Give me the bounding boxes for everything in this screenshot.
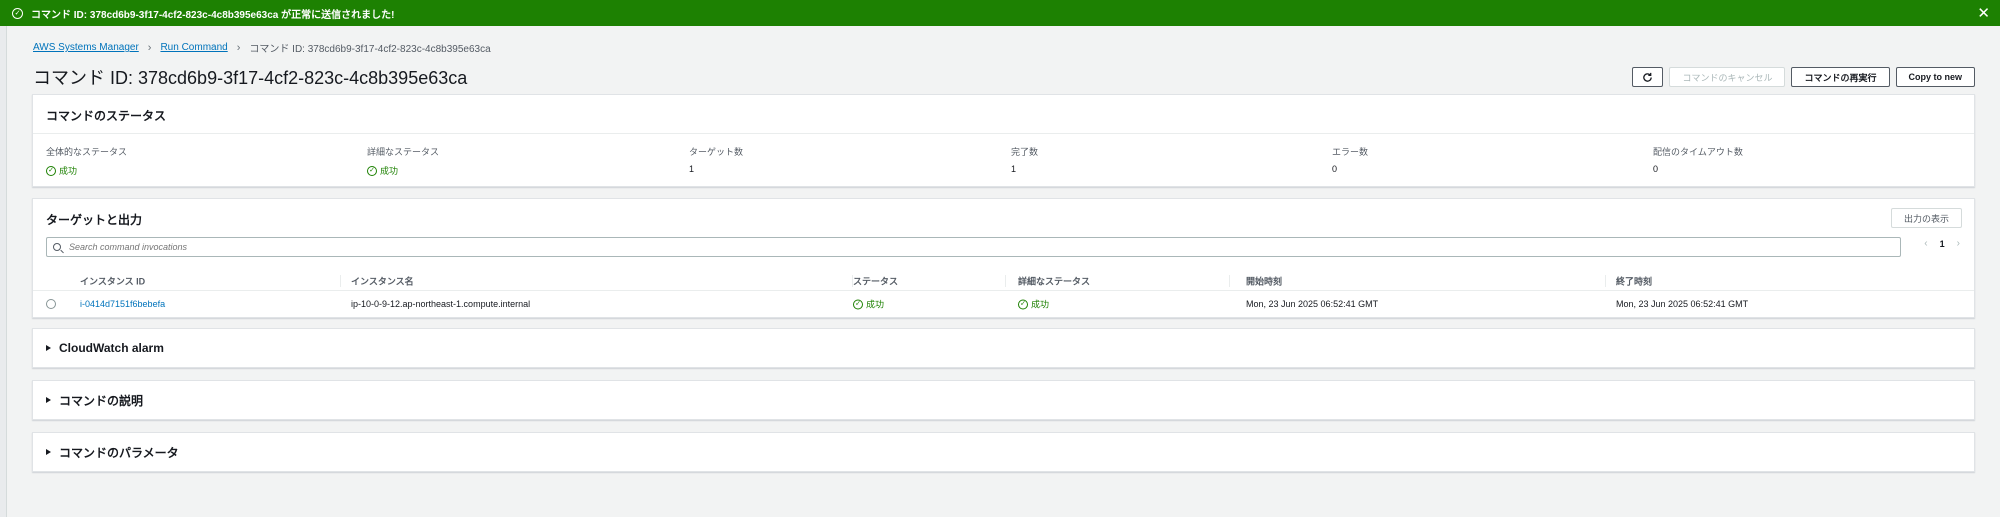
table-row[interactable]: i-0414d7151f6bebefa ip-10-0-9-12.ap-nort… [33, 293, 1974, 315]
row-status-text: 成功 [866, 299, 885, 310]
section-title: コマンドのパラメータ [59, 445, 179, 460]
stat-label: エラー数 [1332, 147, 1369, 157]
column-header-end-time[interactable]: 終了時刻 [1616, 274, 1652, 287]
row-select-radio[interactable] [46, 299, 56, 309]
chevron-right-icon[interactable]: › [1957, 238, 1960, 249]
success-check-icon: ✓ [853, 299, 863, 309]
stat-label: 詳細なステータス [367, 147, 440, 157]
stat-value: 1 [689, 164, 695, 174]
table-header: インスタンス ID インスタンス名 ステータス 詳細なステータス 開始時刻 終了… [33, 271, 1974, 291]
section-command-parameters[interactable]: コマンドのパラメータ [32, 432, 1975, 472]
stat-value-text: 成功 [380, 166, 399, 176]
stat-value: 0 [1332, 164, 1338, 174]
instance-name: ip-10-0-9-12.ap-northeast-1.compute.inte… [351, 299, 531, 309]
instance-id-link[interactable]: i-0414d7151f6bebefa [80, 299, 165, 309]
section-title: CloudWatch alarm [59, 341, 164, 355]
stat-value: 0 [1653, 164, 1659, 174]
section-cloudwatch-alarm[interactable]: CloudWatch alarm [32, 328, 1975, 368]
breadcrumb: AWS Systems Manager › Run Command › コマンド… [33, 40, 491, 56]
chevron-right-icon: › [147, 41, 152, 54]
chevron-right-icon: › [236, 41, 241, 54]
close-icon[interactable]: ✕ [1977, 4, 1990, 22]
stat-value: ✓ 成功 [367, 164, 667, 177]
flash-message: コマンド ID: 378cd6b9-3f17-4cf2-823c-4c8b395… [31, 9, 395, 21]
stat-label: 完了数 [1011, 147, 1039, 157]
divider [33, 133, 1974, 134]
start-time: Mon, 23 Jun 2025 06:52:41 GMT [1246, 299, 1379, 309]
search-field[interactable] [46, 237, 1901, 257]
header-actions: コマンドのキャンセル コマンドの再実行 Copy to new [1632, 67, 1975, 87]
stat-label: 全体的なステータス [46, 147, 128, 157]
copy-to-new-button[interactable]: Copy to new [1895, 67, 1975, 87]
stat-value-text: 成功 [59, 166, 78, 176]
end-time: Mon, 23 Jun 2025 06:52:41 GMT [1616, 299, 1749, 309]
stat-delivery-timeout-count: 配信のタイムアウト数 0 [1653, 145, 1953, 174]
success-check-icon: ✓ [1018, 299, 1028, 309]
column-header-detailed-status[interactable]: 詳細なステータス [1018, 274, 1090, 287]
row-status: ✓ 成功 [853, 298, 884, 311]
pagination: ‹ 1 › [1924, 238, 1960, 249]
stat-value: ✓ 成功 [46, 164, 346, 177]
caret-right-icon [46, 397, 51, 403]
column-divider [340, 275, 341, 287]
column-header-start-time[interactable]: 開始時刻 [1246, 274, 1282, 287]
caret-right-icon [46, 345, 51, 351]
chevron-left-icon[interactable]: ‹ [1924, 238, 1927, 249]
refresh-button[interactable] [1632, 67, 1664, 87]
row-detailed-status: ✓ 成功 [1018, 298, 1049, 311]
rerun-command-button[interactable]: コマンドの再実行 [1791, 67, 1890, 87]
breadcrumb-systems-manager[interactable]: AWS Systems Manager [33, 42, 139, 53]
targets-and-outputs-panel: ターゲットと出力 出力の表示 ‹ 1 › インスタンス ID インスタンス名 ス… [32, 198, 1975, 318]
side-navigation-rail[interactable] [0, 26, 7, 517]
stat-error-count: エラー数 0 [1332, 145, 1632, 174]
section-title: コマンドの説明 [59, 393, 144, 408]
success-check-icon: ✓ [46, 165, 56, 176]
cancel-command-button[interactable]: コマンドのキャンセル [1669, 67, 1786, 87]
stat-value: 1 [1011, 164, 1017, 174]
stat-label: ターゲット数 [689, 147, 744, 157]
targets-panel-header: ターゲットと出力 [46, 213, 143, 227]
status-panel-header: コマンドのステータス [46, 109, 167, 123]
stat-completed-count: 完了数 1 [1011, 145, 1311, 174]
column-header-status[interactable]: ステータス [853, 274, 898, 287]
refresh-icon [1643, 72, 1653, 82]
command-status-panel: コマンドのステータス 全体的なステータス ✓ 成功 詳細なステータス ✓ 成功 … [32, 94, 1975, 187]
caret-right-icon [46, 449, 51, 455]
stat-overall-status: 全体的なステータス ✓ 成功 [46, 145, 346, 177]
column-divider [1605, 275, 1606, 287]
row-detailed-status-text: 成功 [1031, 299, 1050, 310]
stat-label: 配信のタイムアウト数 [1653, 147, 1743, 157]
section-command-description[interactable]: コマンドの説明 [32, 380, 1975, 420]
success-check-icon: ✓ [12, 7, 23, 19]
page-title: コマンド ID: 378cd6b9-3f17-4cf2-823c-4c8b395… [33, 68, 468, 88]
view-output-button[interactable]: 出力の表示 [1890, 208, 1962, 228]
stat-target-count: ターゲット数 1 [689, 145, 989, 174]
column-header-instance-name[interactable]: インスタンス名 [351, 274, 414, 287]
column-divider [1229, 275, 1230, 287]
success-check-icon: ✓ [367, 165, 377, 176]
page-number[interactable]: 1 [1940, 239, 1945, 249]
breadcrumb-current: コマンド ID: 378cd6b9-3f17-4cf2-823c-4c8b395… [249, 44, 491, 55]
search-icon [53, 243, 61, 251]
success-flash-bar: ✓ コマンド ID: 378cd6b9-3f17-4cf2-823c-4c8b3… [0, 0, 2000, 26]
column-header-instance-id[interactable]: インスタンス ID [80, 274, 145, 287]
stat-detailed-status: 詳細なステータス ✓ 成功 [367, 145, 667, 177]
search-input[interactable] [69, 242, 1900, 252]
column-divider [1005, 275, 1006, 287]
breadcrumb-run-command[interactable]: Run Command [160, 42, 227, 53]
